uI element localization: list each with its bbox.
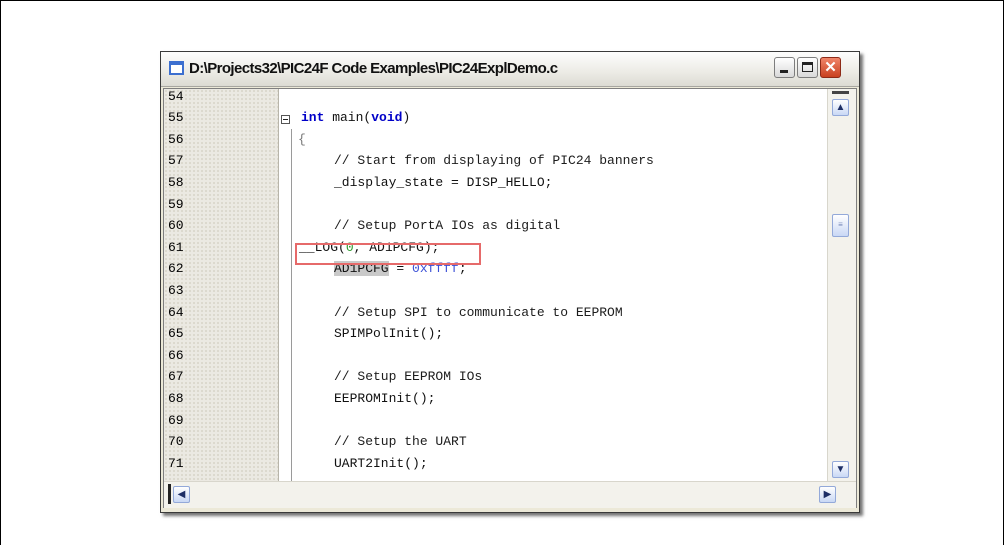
code-token: main( <box>324 110 372 125</box>
maximize-button[interactable] <box>797 57 818 78</box>
code-line: AD1PCFG = 0xffff; <box>334 261 467 277</box>
line-number: 69 <box>168 413 184 428</box>
code-token: 0xffff <box>412 261 459 276</box>
code-line: __LOG(0, AD1PCFG); <box>299 240 439 256</box>
code-line: // Setup SPI to communicate to EEPROM <box>334 305 623 320</box>
code-line: // Setup PortA IOs as digital <box>334 218 561 233</box>
window-title: D:\Projects32\PIC24F Code Examples\PIC24… <box>189 60 558 77</box>
code-token: int <box>301 110 325 125</box>
line-number: 71 <box>168 456 184 471</box>
code-token: ; <box>458 261 467 276</box>
line-number: 58 <box>168 175 184 190</box>
scroll-right-icon[interactable]: ▶ <box>819 486 836 503</box>
line-number: 60 <box>168 218 184 233</box>
code-token: __LOG( <box>299 240 346 255</box>
line-number: 64 <box>168 305 184 320</box>
line-number: 67 <box>168 369 184 384</box>
code-line: { <box>298 132 306 147</box>
close-icon: ✕ <box>824 59 837 76</box>
line-number: 63 <box>168 283 184 298</box>
line-number: 65 <box>168 326 184 341</box>
title-bar[interactable]: D:\Projects32\PIC24F Code Examples\PIC24… <box>161 52 859 87</box>
splitter-handle[interactable] <box>168 484 171 504</box>
line-number: 70 <box>168 434 184 449</box>
line-number: 62 <box>168 261 184 276</box>
document-icon <box>169 61 184 75</box>
close-button[interactable]: ✕ <box>820 57 841 78</box>
code-line: // Setup EEPROM IOs <box>334 369 483 384</box>
code-line: // Start from displaying of PIC24 banner… <box>334 153 654 168</box>
code-line: EEPROMInit(); <box>334 391 436 406</box>
splitter-handle[interactable] <box>832 91 849 94</box>
line-number-gutter: 54 55 56 57 58 59 60 61 62 63 64 65 66 6… <box>164 89 279 481</box>
fold-guide <box>291 129 292 481</box>
vertical-scrollbar[interactable]: ▲ ≡ ▼ <box>827 89 856 481</box>
scroll-thumb[interactable]: ≡ <box>832 214 849 237</box>
maximize-icon <box>802 62 813 72</box>
code-line: int main(void) <box>301 110 410 126</box>
line-number: 61 <box>168 240 184 255</box>
scroll-up-icon[interactable]: ▲ <box>832 99 849 116</box>
minimize-icon <box>780 70 788 73</box>
code-line: SPIMPolInit(); <box>334 326 444 341</box>
line-number: 68 <box>168 391 184 406</box>
selected-text: AD1PCFG <box>334 261 389 276</box>
editor-client-area: 54 55 56 57 58 59 60 61 62 63 64 65 66 6… <box>163 88 857 508</box>
editor-window: D:\Projects32\PIC24F Code Examples\PIC24… <box>160 51 860 513</box>
code-token: 0 <box>345 240 354 255</box>
line-number: 66 <box>168 348 184 363</box>
code-token: ) <box>402 110 411 125</box>
line-number: 57 <box>168 153 184 168</box>
code-token: void <box>371 110 403 125</box>
scroll-down-icon[interactable]: ▼ <box>832 461 849 478</box>
code-line: // Setup the UART <box>334 434 467 449</box>
code-token: , AD1PCFG); <box>353 240 440 255</box>
code-line: _display_state = DISP_HELLO; <box>334 175 553 190</box>
line-number: 56 <box>168 132 184 147</box>
line-number: 55 <box>168 110 184 125</box>
code-token: = <box>388 261 413 276</box>
code-area[interactable]: int main(void) { // Start from displayin… <box>279 89 824 481</box>
minimize-button[interactable] <box>774 57 795 78</box>
scroll-left-icon[interactable]: ◀ <box>173 486 190 503</box>
line-number: 54 <box>168 89 184 104</box>
horizontal-scrollbar[interactable]: ◀ ▶ <box>164 481 856 508</box>
code-line: UART2Init(); <box>334 456 428 471</box>
line-number: 59 <box>168 197 184 212</box>
